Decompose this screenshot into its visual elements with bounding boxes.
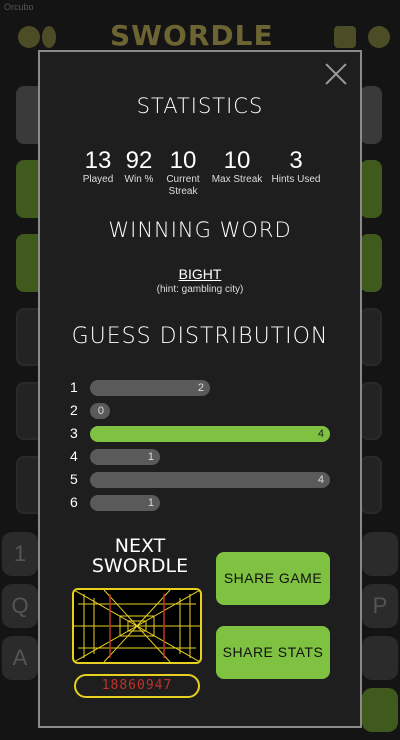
- board-tile: [360, 160, 382, 218]
- winning-word-title: WINNING WORD: [108, 218, 292, 242]
- board-tile: [360, 456, 382, 514]
- board-tile: [360, 382, 382, 440]
- distribution-bar: 1: [90, 495, 160, 511]
- board-tile: [360, 86, 382, 144]
- distribution-bar: 4: [90, 426, 330, 442]
- stats-icon[interactable]: [334, 26, 356, 48]
- stat-value: 10: [223, 147, 251, 174]
- guess-number: 3: [70, 425, 78, 441]
- statistics-title: STATISTICS: [136, 94, 264, 118]
- distribution-row: 5 4: [68, 470, 338, 493]
- distribution-bar: 1: [90, 449, 160, 465]
- word-hint: (hint: gambling city): [156, 284, 244, 295]
- share-game-button[interactable]: SHARE GAME: [216, 552, 330, 605]
- targeting-grid-icon: [74, 590, 200, 662]
- share-stats-button[interactable]: SHARE STATS: [216, 626, 330, 679]
- distribution-row: 3 4: [68, 424, 338, 447]
- distribution-bar: 0: [90, 403, 110, 419]
- app-logo: SWORDLE: [110, 19, 274, 52]
- help-icon[interactable]: [42, 26, 56, 48]
- key-backspace[interactable]: [362, 636, 398, 680]
- distribution-row: 4 1: [68, 447, 338, 470]
- stat-label: Win %: [124, 174, 154, 185]
- stat-max-streak: 10 Max Streak: [206, 148, 268, 198]
- winning-word[interactable]: BIGHT: [40, 266, 360, 282]
- stat-hints-used: 3 Hints Used: [268, 148, 324, 198]
- distribution-bar: 2: [90, 380, 210, 396]
- guess-number: 6: [70, 494, 78, 510]
- guess-number: 2: [70, 402, 78, 418]
- guess-distribution: 1 2 2 0 3 4 4 1 5 4 6 1: [68, 378, 338, 516]
- key-a[interactable]: A: [2, 636, 38, 680]
- key-p[interactable]: P: [362, 584, 398, 628]
- stat-win-percent: 92 Win %: [118, 148, 160, 198]
- key-q[interactable]: Q: [2, 584, 38, 628]
- board-tile: [360, 234, 382, 292]
- status-bar-text: Orcubo: [4, 2, 34, 12]
- stat-value: 3: [289, 147, 303, 174]
- key-1[interactable]: 1: [2, 532, 38, 576]
- guess-number: 1: [70, 379, 78, 395]
- stat-label: Hints Used: [271, 174, 321, 185]
- targeting-display: [72, 588, 202, 664]
- distribution-row: 1 2: [68, 378, 338, 401]
- guess-number: 5: [70, 471, 78, 487]
- close-icon[interactable]: [324, 62, 348, 86]
- key-o[interactable]: [362, 532, 398, 576]
- stat-label: Played: [82, 174, 114, 185]
- statistics-modal: STATISTICS 13 Played 92 Win % 10 Current…: [38, 50, 362, 728]
- next-swordle-title: NEXT SWORDLE: [91, 535, 189, 577]
- stat-current-streak: 10 Current Streak: [160, 148, 206, 198]
- distribution-row: 6 1: [68, 493, 338, 516]
- stats-row: 13 Played 92 Win % 10 Current Streak 10 …: [78, 148, 324, 198]
- stat-value: 13: [84, 147, 112, 174]
- board-tile: [360, 308, 382, 366]
- countdown-display: 18860947: [74, 674, 200, 698]
- stat-label: Current Streak: [166, 174, 200, 197]
- info-icon[interactable]: [18, 26, 40, 48]
- stat-label: Max Streak: [211, 174, 263, 185]
- gear-icon[interactable]: [368, 26, 390, 48]
- distribution-row: 2 0: [68, 401, 338, 424]
- stat-value: 10: [169, 147, 197, 174]
- guess-distribution-title: GUESS DISTRIBUTION: [71, 324, 329, 349]
- guess-number: 4: [70, 448, 78, 464]
- stat-played: 13 Played: [78, 148, 118, 198]
- enter-key[interactable]: [362, 688, 398, 732]
- distribution-bar: 4: [90, 472, 330, 488]
- stat-value: 92: [125, 147, 153, 174]
